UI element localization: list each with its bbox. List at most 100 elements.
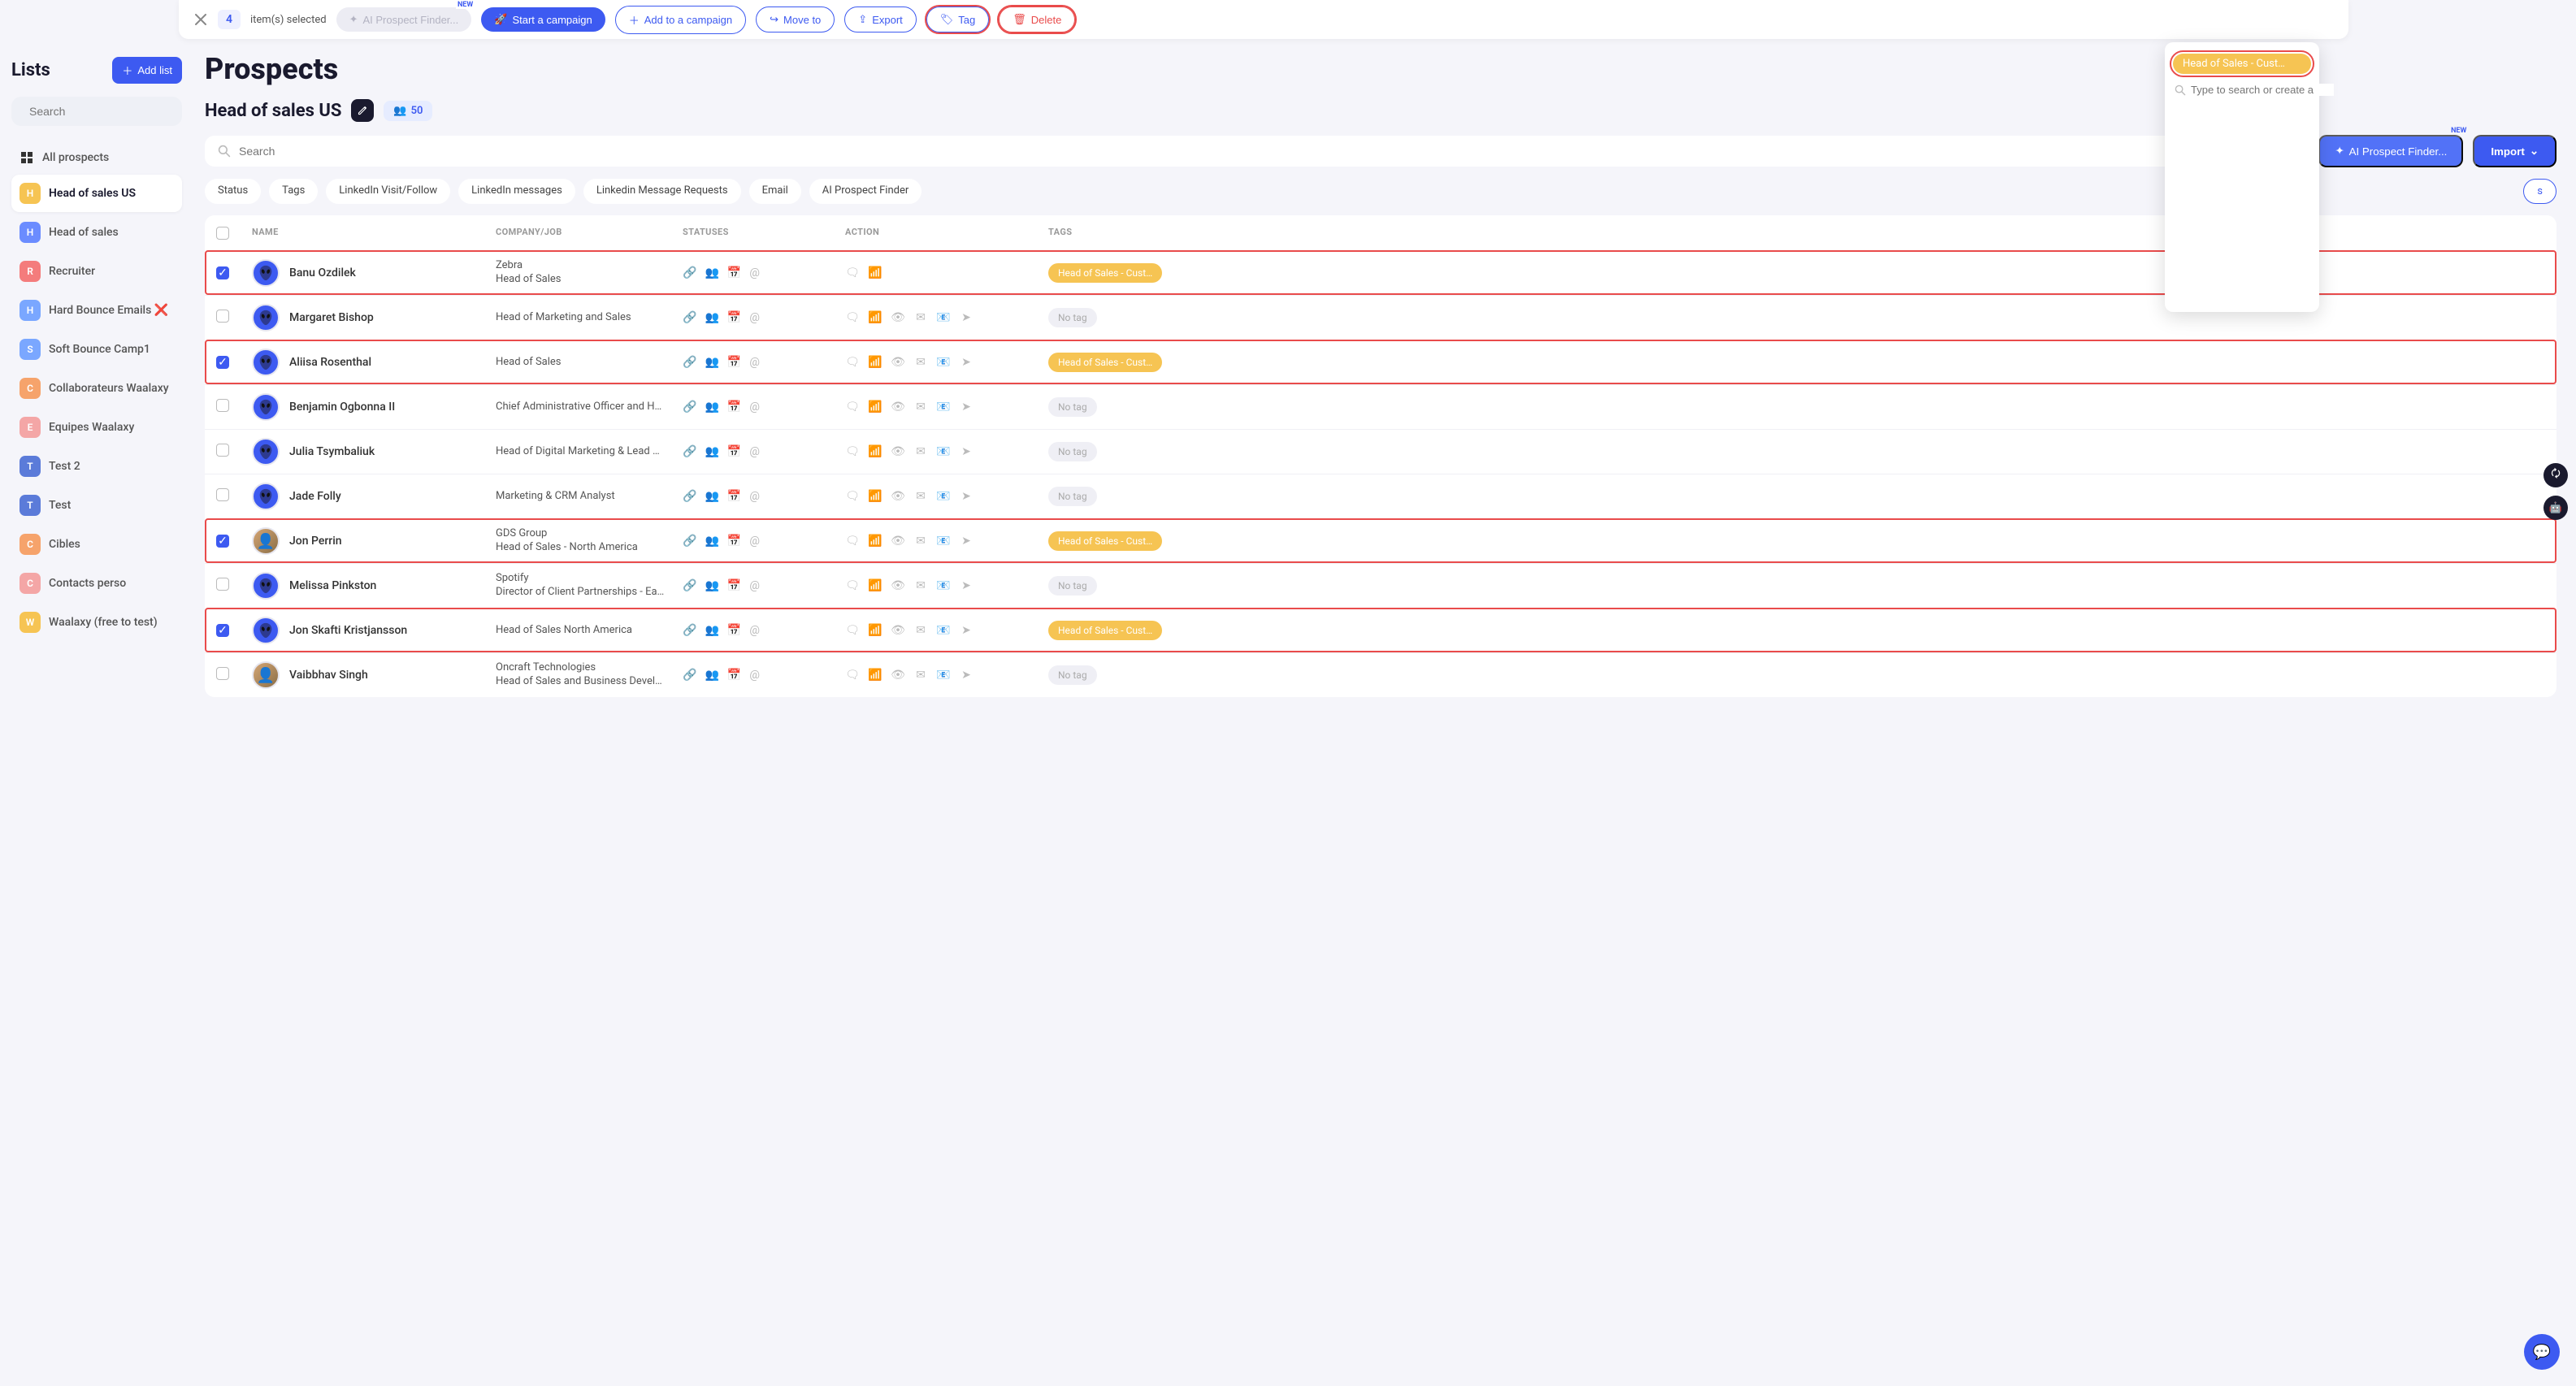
sidebar-search[interactable] xyxy=(11,97,182,126)
sidebar-item[interactable]: TTest 2 xyxy=(11,448,182,485)
rss-icon[interactable]: 📶 xyxy=(868,445,883,458)
eye-icon[interactable]: 👁 xyxy=(891,669,905,682)
ai-prospect-finder-main-button[interactable]: ✦AI Prospect Finder... xyxy=(2318,135,2463,167)
mail-icon[interactable]: ✉ xyxy=(913,535,928,548)
start-campaign-button[interactable]: 🚀Start a campaign xyxy=(481,7,605,32)
at-icon[interactable]: @ xyxy=(749,266,760,279)
sidebar-search-input[interactable] xyxy=(29,105,176,118)
rss-icon[interactable]: 📶 xyxy=(868,669,883,682)
filter-pill[interactable]: Tags xyxy=(269,179,318,204)
link-icon[interactable]: 🔗 xyxy=(683,266,696,279)
tool-icon[interactable]: 🗨 xyxy=(845,624,860,637)
envelope-icon[interactable]: 📧 xyxy=(936,535,951,548)
move-to-button[interactable]: ↪Move to xyxy=(756,6,835,32)
rss-icon[interactable]: 📶 xyxy=(868,624,883,637)
add-to-campaign-button[interactable]: ＋Add to a campaign xyxy=(615,6,746,34)
translate-button[interactable]: 🗘 xyxy=(2543,463,2568,487)
people-icon[interactable]: 👥 xyxy=(705,490,718,503)
at-icon[interactable]: @ xyxy=(749,356,760,369)
link-icon[interactable]: 🔗 xyxy=(683,624,696,637)
at-icon[interactable]: @ xyxy=(749,535,760,548)
row-checkbox[interactable] xyxy=(216,399,229,412)
send-icon[interactable]: ➤ xyxy=(959,311,974,324)
people-icon[interactable]: 👥 xyxy=(705,311,718,324)
chat-button[interactable]: 💬 xyxy=(2524,1334,2560,1370)
sidebar-item[interactable]: SSoft Bounce Camp1 xyxy=(11,331,182,368)
calendar-icon[interactable]: 📅 xyxy=(727,669,741,682)
tool-icon[interactable]: 🗨 xyxy=(845,579,860,592)
mail-icon[interactable]: ✉ xyxy=(913,624,928,637)
main-search[interactable] xyxy=(205,136,2309,167)
rss-icon[interactable]: 📶 xyxy=(868,401,883,414)
link-icon[interactable]: 🔗 xyxy=(683,490,696,503)
envelope-icon[interactable]: 📧 xyxy=(936,401,951,414)
at-icon[interactable]: @ xyxy=(749,445,760,458)
people-icon[interactable]: 👥 xyxy=(705,445,718,458)
row-tag[interactable]: Head of Sales - Cust… xyxy=(1048,263,1162,283)
people-icon[interactable]: 👥 xyxy=(705,624,718,637)
table-row[interactable]: Julia Tsymbaliuk Head of Digital Marketi… xyxy=(205,429,2556,474)
mail-icon[interactable]: ✉ xyxy=(913,490,928,503)
calendar-icon[interactable]: 📅 xyxy=(727,311,741,324)
tool-icon[interactable]: 🗨 xyxy=(845,445,860,458)
tag-option[interactable]: Head of Sales - Cust… xyxy=(2173,54,2311,74)
row-checkbox[interactable] xyxy=(216,444,229,457)
tool-icon[interactable]: 🗨 xyxy=(845,401,860,414)
calendar-icon[interactable]: 📅 xyxy=(727,579,741,592)
calendar-icon[interactable]: 📅 xyxy=(727,356,741,369)
people-icon[interactable]: 👥 xyxy=(705,356,718,369)
at-icon[interactable]: @ xyxy=(749,624,760,637)
delete-button[interactable]: 🗑Delete xyxy=(999,6,1075,32)
send-icon[interactable]: ➤ xyxy=(959,445,974,458)
ai-prospect-finder-button[interactable]: ✦AI Prospect Finder... xyxy=(336,7,472,32)
eye-icon[interactable]: 👁 xyxy=(891,535,905,548)
sidebar-item[interactable]: HHead of sales US xyxy=(11,175,182,212)
filter-pill[interactable]: LinkedIn messages xyxy=(458,179,575,204)
send-icon[interactable]: ➤ xyxy=(959,401,974,414)
sidebar-item[interactable]: CCollaborateurs Waalaxy xyxy=(11,370,182,407)
at-icon[interactable]: @ xyxy=(749,311,760,324)
people-icon[interactable]: 👥 xyxy=(705,266,718,279)
calendar-icon[interactable]: 📅 xyxy=(727,624,741,637)
link-icon[interactable]: 🔗 xyxy=(683,445,696,458)
send-icon[interactable]: ➤ xyxy=(959,490,974,503)
sidebar-item[interactable]: CContacts perso xyxy=(11,565,182,602)
filter-pill[interactable]: Status xyxy=(205,179,261,204)
row-checkbox[interactable] xyxy=(216,310,229,323)
select-all-checkbox[interactable] xyxy=(216,227,229,240)
envelope-icon[interactable]: 📧 xyxy=(936,445,951,458)
tool-icon[interactable]: 🗨 xyxy=(845,535,860,548)
envelope-icon[interactable]: 📧 xyxy=(936,490,951,503)
eye-icon[interactable]: 👁 xyxy=(891,624,905,637)
tag-button[interactable]: 🏷Tag xyxy=(926,6,989,32)
link-icon[interactable]: 🔗 xyxy=(683,669,696,682)
close-selection-button[interactable] xyxy=(193,12,208,27)
row-checkbox[interactable]: ✓ xyxy=(216,535,229,548)
row-checkbox[interactable]: ✓ xyxy=(216,266,229,279)
calendar-icon[interactable]: 📅 xyxy=(727,445,741,458)
send-icon[interactable]: ➤ xyxy=(959,624,974,637)
rss-icon[interactable]: 📶 xyxy=(868,266,883,279)
row-checkbox[interactable] xyxy=(216,667,229,680)
filter-pill[interactable]: Linkedin Message Requests xyxy=(583,179,741,204)
envelope-icon[interactable]: 📧 xyxy=(936,356,951,369)
mail-icon[interactable]: ✉ xyxy=(913,445,928,458)
sidebar-item[interactable]: RRecruiter xyxy=(11,253,182,290)
eye-icon[interactable]: 👁 xyxy=(891,579,905,592)
table-row[interactable]: Jade Folly Marketing & CRM Analyst 🔗👥📅@ … xyxy=(205,474,2556,518)
rss-icon[interactable]: 📶 xyxy=(868,535,883,548)
row-tag[interactable]: Head of Sales - Cust… xyxy=(1048,531,1162,551)
row-checkbox[interactable]: ✓ xyxy=(216,356,229,369)
row-tag[interactable]: Head of Sales - Cust… xyxy=(1048,353,1162,372)
table-row[interactable]: ✓ Jon Skafti Kristjansson Head of Sales … xyxy=(205,608,2556,652)
filter-pill[interactable]: Email xyxy=(749,179,801,204)
sidebar-item[interactable]: HHead of sales xyxy=(11,214,182,251)
row-checkbox[interactable] xyxy=(216,488,229,501)
sidebar-item-all-prospects[interactable]: All prospects xyxy=(11,142,182,173)
tool-icon[interactable]: 🗨 xyxy=(845,356,860,369)
eye-icon[interactable]: 👁 xyxy=(891,490,905,503)
calendar-icon[interactable]: 📅 xyxy=(727,401,741,414)
people-icon[interactable]: 👥 xyxy=(705,535,718,548)
mail-icon[interactable]: ✉ xyxy=(913,401,928,414)
filter-pill[interactable]: AI Prospect Finder xyxy=(809,179,922,204)
